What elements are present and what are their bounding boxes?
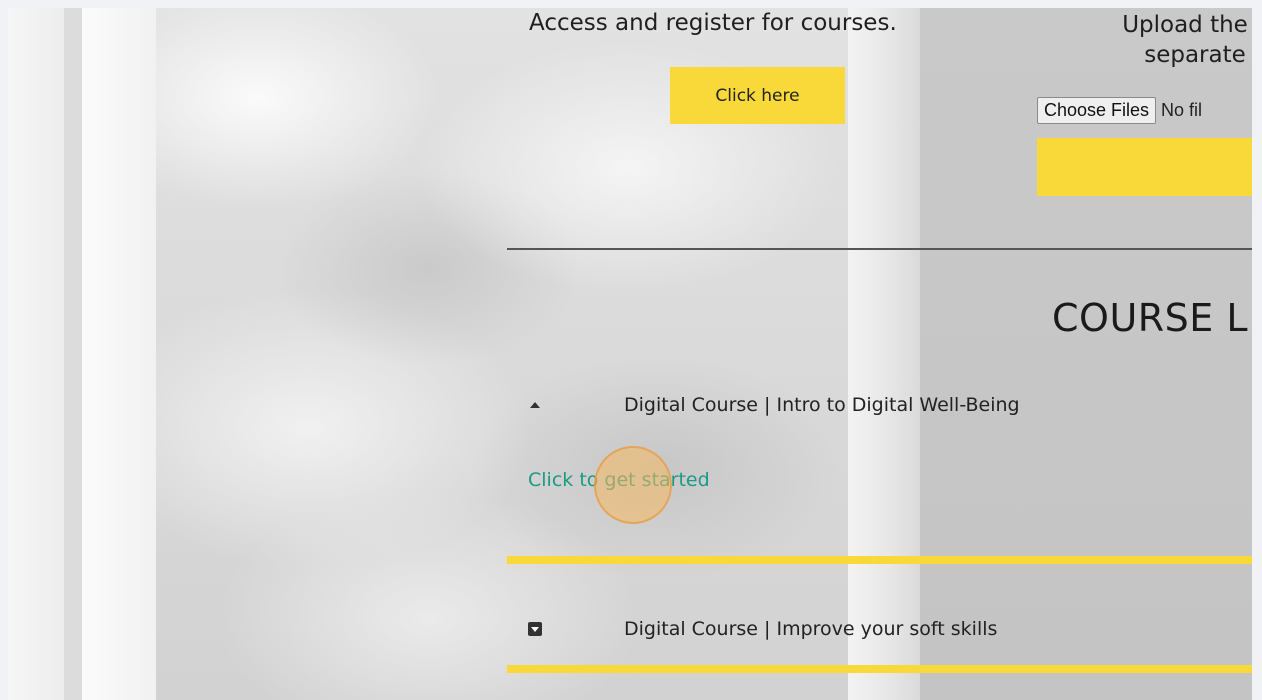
file-status-text: No fil <box>1161 100 1203 120</box>
register-heading: Access and register for courses. <box>529 10 897 36</box>
background-strip <box>848 8 920 700</box>
left-pillar <box>8 8 64 700</box>
accordion-title: Digital Course | Intro to Digital Well-B… <box>624 394 1020 416</box>
course-list-heading: COURSE L <box>1052 296 1249 340</box>
click-indicator <box>594 446 672 524</box>
accordion-item-intro-digital-well-being[interactable]: Digital Course | Intro to Digital Well-B… <box>528 394 1020 416</box>
accordion-title: Digital Course | Improve your soft skill… <box>624 618 998 640</box>
register-click-here-button[interactable]: Click here <box>670 67 845 124</box>
upload-heading-line-1: Upload the c <box>1122 12 1252 38</box>
accordion-separator <box>507 665 1252 673</box>
page-frame: Access and register for courses. Click h… <box>8 8 1252 700</box>
upload-heading: Upload the c separate <box>1065 10 1252 70</box>
left-pillar-shadow <box>64 8 82 700</box>
section-divider <box>507 248 1252 250</box>
accordion-separator <box>507 556 1252 564</box>
upload-submit-button[interactable] <box>1037 138 1252 196</box>
choose-files-button[interactable]: Choose Files <box>1037 97 1157 124</box>
accordion-item-soft-skills[interactable]: Digital Course | Improve your soft skill… <box>528 618 997 640</box>
upload-heading-line-2: separate <box>1144 42 1246 68</box>
left-pillar-light <box>82 8 156 700</box>
file-input-row: Choose Files No fil <box>1037 97 1202 124</box>
caret-up-icon <box>528 398 542 412</box>
caret-down-box-icon <box>528 622 542 636</box>
